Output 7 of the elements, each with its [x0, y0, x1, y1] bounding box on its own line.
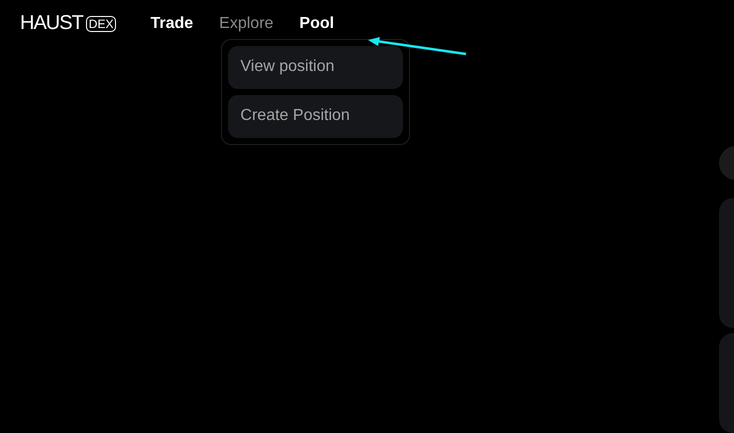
- nav-link[interactable]: Explore: [219, 14, 274, 32]
- logo-text: HAUST: [20, 12, 83, 35]
- nav-link[interactable]: Trade: [150, 14, 194, 32]
- menu-item[interactable]: View position: [228, 46, 404, 88]
- menu-item[interactable]: Create Position: [228, 94, 404, 138]
- logo-badge: DEX: [86, 16, 116, 32]
- nav-link[interactable]: Pool: [299, 14, 334, 32]
